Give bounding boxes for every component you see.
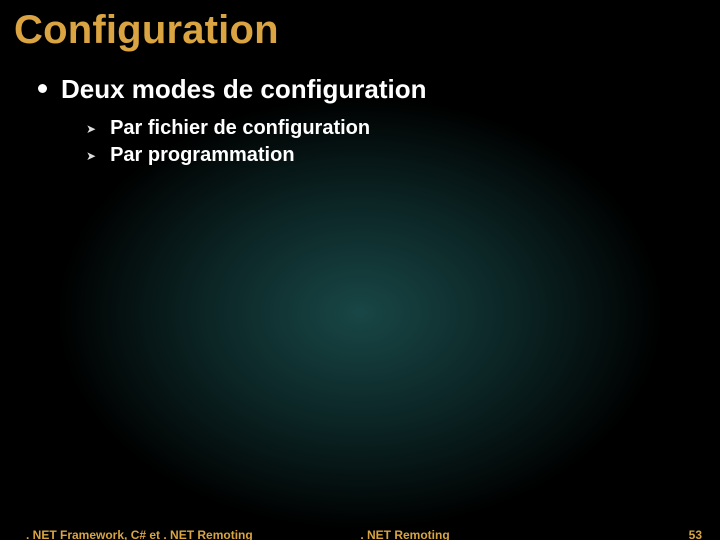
sub-bullet-list: ➤ Par fichier de configuration ➤ Par pro… — [86, 117, 700, 167]
page-number: 53 — [689, 528, 702, 540]
bullet-level2-text: Par fichier de configuration — [110, 117, 370, 140]
footer-center: . NET Remoting — [0, 528, 720, 540]
bullet-level2: ➤ Par programmation — [86, 144, 700, 167]
bullet-level2: ➤ Par fichier de configuration — [86, 117, 700, 140]
bullet-level1: Deux modes de configuration — [38, 74, 700, 105]
chevron-right-icon: ➤ — [86, 123, 96, 135]
bullet-level1-text: Deux modes de configuration — [61, 74, 427, 105]
slide-title: Configuration — [14, 8, 279, 53]
slide: Configuration Deux modes de configuratio… — [0, 0, 720, 540]
disc-bullet-icon — [38, 84, 47, 93]
footer-center-text: . NET Remoting — [360, 528, 449, 540]
bullet-level2-text: Par programmation — [110, 144, 294, 167]
content-area: Deux modes de configuration ➤ Par fichie… — [38, 74, 700, 171]
chevron-right-icon: ➤ — [86, 150, 96, 162]
